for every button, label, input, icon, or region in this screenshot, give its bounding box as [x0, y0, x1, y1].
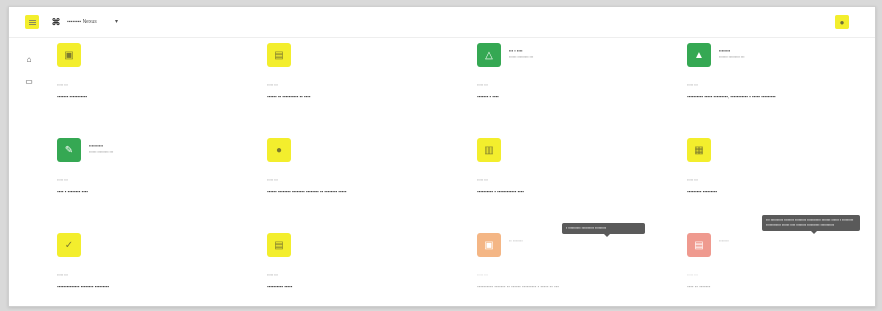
tile-name[interactable]: ▪▪▪▪▪▪▪▪▪ ▪▪▪▪▪▪▪▪▪ — [687, 188, 875, 195]
edit-icon: ✎ — [57, 138, 81, 162]
tile-meta: ▪▪▪▪▪ ▪▪▪ — [267, 273, 278, 277]
tile[interactable]: △ ▪▪▪ ▪ ▪▪▪▪ ▪▪▪▪▪▪ ▪▪▪▪▪▪▪▪▪ ▪▪▪ ▪▪▪▪▪ … — [477, 43, 682, 127]
tile-subtitle: ▪▪▪▪▪▪ ▪▪▪▪▪▪▪▪▪ ▪▪▪ — [89, 150, 114, 154]
top-right-action-button[interactable]: ● — [835, 15, 849, 29]
document-icon: ▤ — [267, 233, 291, 257]
tile-title: ▪▪▪▪▪▪▪▪▪▪ — [89, 143, 104, 148]
tile-meta: ▪▪▪▪▪ ▪▪▪ — [57, 273, 68, 277]
tooltip: ▪▪▪ ▪▪▪▪▪▪▪▪▪▪ ▪▪▪▪▪▪▪▪ ▪▪▪▪▪▪▪▪▪ ▪▪▪▪▪▪… — [762, 215, 860, 234]
tile-meta: ▪▪▪▪▪ ▪▪▪ — [477, 83, 488, 87]
chart-icon: ✓ — [57, 233, 81, 257]
tile[interactable]: ▥ ▪▪▪▪▪ ▪▪▪ ▪▪▪▪▪▪▪▪▪▪ ▪ ▪▪▪▪▪▪▪▪▪▪▪▪ ▪▪… — [477, 138, 682, 222]
folder-icon[interactable]: ▭ — [24, 77, 34, 87]
lock-icon: ▥ — [477, 138, 501, 162]
tooltip: ▪ ▪▪▪▪▪▪▪▪▪▪ ▪▪▪▪▪▪▪▪▪▪ ▪▪▪▪▪▪▪▪▪ — [562, 223, 645, 237]
app-window: ⌘ ▪▪▪▪▪▪▪▪ Nexus ▾ ● ⌂ ▭ ▣ ▪▪▪▪▪ ▪▪▪ ▪▪▪… — [8, 6, 876, 307]
tile[interactable]: ✓ ▪▪▪▪▪ ▪▪▪ ▪▪▪▪▪▪▪▪▪▪▪▪▪▪ ▪▪▪▪▪▪▪▪ ▪▪▪▪… — [57, 233, 262, 306]
tile-disabled: ▣ ▪▪ ▪▪▪▪▪▪▪ ▪▪▪▪▪ ▪▪▪ ▪▪▪▪▪▪▪▪▪▪ ▪▪▪▪▪▪… — [477, 233, 682, 306]
tile-meta: ▪▪▪▪▪ ▪▪▪ — [687, 83, 698, 87]
tile[interactable]: ▤ ▪▪▪▪▪ ▪▪▪ ▪▪▪▪▪▪▪▪▪▪ ▪▪▪▪▪ — [267, 233, 472, 306]
chevron-down-icon[interactable]: ▾ — [115, 17, 118, 27]
tile-disabled: ▤ ▪▪▪▪▪▪▪ ▪▪▪▪▪ ▪▪▪ ▪▪▪▪ ▪▪ ▪▪▪▪▪▪▪ — [687, 233, 875, 306]
workspace-name[interactable]: ▪▪▪▪▪▪▪▪ Nexus — [67, 17, 97, 27]
tile-name[interactable]: ▪▪▪▪ ▪ ▪▪▪▪▪▪▪▪ ▪▪▪▪ — [57, 188, 257, 195]
tile-name[interactable]: ▪▪▪▪▪▪ ▪▪▪▪▪▪▪▪ ▪▪▪▪▪▪▪▪ ▪▪▪▪▪▪▪▪ ▪▪ ▪▪▪… — [267, 188, 467, 195]
building-icon: ▦ — [687, 138, 711, 162]
document-icon: ▤ — [687, 233, 711, 257]
tile-meta: ▪▪▪▪▪ ▪▪▪ — [267, 83, 278, 87]
top-bar: ⌘ ▪▪▪▪▪▪▪▪ Nexus ▾ ● — [9, 7, 875, 38]
tile[interactable]: ▤ ▪▪▪▪▪ ▪▪▪ ▪▪▪▪▪▪ ▪▪ ▪▪▪▪▪▪▪▪▪▪ ▪▪ ▪▪▪▪ — [267, 43, 472, 127]
tile-meta: ▪▪▪▪▪ ▪▪▪ — [477, 178, 488, 182]
tile-name[interactable]: ▪▪▪▪▪▪▪▪▪▪ ▪▪▪▪▪ ▪▪▪▪▪▪▪▪▪, ▪▪▪▪▪▪▪▪▪▪▪ … — [687, 93, 875, 100]
tile-name: ▪▪▪▪▪▪▪▪▪▪ ▪▪▪▪▪▪▪ ▪▪ ▪▪▪▪▪▪ ▪▪▪▪▪▪▪▪▪ ▪… — [477, 284, 559, 289]
warning-icon: △ — [477, 43, 501, 67]
tile-meta: ▪▪▪▪▪ ▪▪▪ — [267, 178, 278, 182]
tile-title: ▪▪▪▪▪▪▪ — [719, 238, 729, 243]
folder-icon: ▣ — [57, 43, 81, 67]
tile-name[interactable]: ▪▪▪▪▪▪ ▪▪ ▪▪▪▪▪▪▪▪▪▪ ▪▪ ▪▪▪▪ — [267, 93, 467, 100]
tile-grid: ▣ ▪▪▪▪▪ ▪▪▪ ▪▪▪▪▪▪▪ ▪▪▪▪▪▪▪▪▪▪▪ ▤ ▪▪▪▪▪ … — [57, 43, 872, 303]
tile-name[interactable]: ▪▪▪▪▪▪▪ ▪ ▪▪▪▪ — [477, 93, 677, 100]
tile-meta: ▪▪▪▪▪ ▪▪▪ — [687, 178, 698, 182]
upload-icon: ▲ — [687, 43, 711, 67]
tile-name[interactable]: ▪▪▪▪▪▪▪▪▪▪ ▪▪▪▪▪ — [267, 283, 467, 290]
tile-subtitle: ▪▪▪▪▪▪ ▪▪▪▪▪▪▪▪▪ ▪▪▪ — [509, 55, 534, 59]
tile[interactable]: ✎ ▪▪▪▪▪▪▪▪▪▪ ▪▪▪▪▪▪ ▪▪▪▪▪▪▪▪▪ ▪▪▪ ▪▪▪▪▪ … — [57, 138, 262, 222]
tile-meta: ▪▪▪▪▪ ▪▪▪ — [57, 83, 68, 87]
menu-button[interactable] — [25, 15, 39, 29]
tile-meta: ▪▪▪▪▪ ▪▪▪ — [477, 273, 488, 277]
tile-title: ▪▪ ▪▪▪▪▪▪▪ — [509, 238, 523, 243]
tile[interactable]: ▦ ▪▪▪▪▪ ▪▪▪ ▪▪▪▪▪▪▪▪▪ ▪▪▪▪▪▪▪▪▪ — [687, 138, 875, 222]
tile-title: ▪▪▪▪▪▪▪▪ — [719, 48, 731, 53]
tile-name[interactable]: ▪▪▪▪▪▪▪▪▪▪ ▪ ▪▪▪▪▪▪▪▪▪▪▪▪ ▪▪▪▪ — [477, 188, 677, 195]
tile-meta: ▪▪▪▪▪ ▪▪▪ — [687, 273, 698, 277]
menu-icon — [28, 21, 36, 23]
clipboard-icon: ▣ — [477, 233, 501, 257]
tile-name: ▪▪▪▪ ▪▪ ▪▪▪▪▪▪▪ — [687, 284, 711, 289]
workspace-icon: ⌘ — [51, 17, 61, 27]
tile-name[interactable]: ▪▪▪▪▪▪▪▪▪▪▪▪▪▪ ▪▪▪▪▪▪▪▪ ▪▪▪▪▪▪▪▪▪ — [57, 283, 257, 290]
document-icon: ▤ — [267, 43, 291, 67]
tile-subtitle: ▪▪▪▪▪▪▪ ▪▪▪▪▪▪▪▪▪ ▪▪▪ — [719, 55, 745, 59]
globe-icon: ● — [267, 138, 291, 162]
tile-name[interactable]: ▪▪▪▪▪▪▪ ▪▪▪▪▪▪▪▪▪▪▪ — [57, 93, 257, 100]
tile[interactable]: ▲ ▪▪▪▪▪▪▪▪ ▪▪▪▪▪▪▪ ▪▪▪▪▪▪▪▪▪ ▪▪▪ ▪▪▪▪▪ ▪… — [687, 43, 875, 127]
shield-icon[interactable]: ⌂ — [24, 55, 34, 65]
tile-title: ▪▪▪ ▪ ▪▪▪▪ — [509, 48, 523, 53]
tile[interactable]: ● ▪▪▪▪▪ ▪▪▪ ▪▪▪▪▪▪ ▪▪▪▪▪▪▪▪ ▪▪▪▪▪▪▪▪ ▪▪▪… — [267, 138, 472, 222]
tile[interactable]: ▣ ▪▪▪▪▪ ▪▪▪ ▪▪▪▪▪▪▪ ▪▪▪▪▪▪▪▪▪▪▪ — [57, 43, 262, 127]
bell-icon: ● — [839, 17, 845, 27]
tile-meta: ▪▪▪▪▪ ▪▪▪ — [57, 178, 68, 182]
